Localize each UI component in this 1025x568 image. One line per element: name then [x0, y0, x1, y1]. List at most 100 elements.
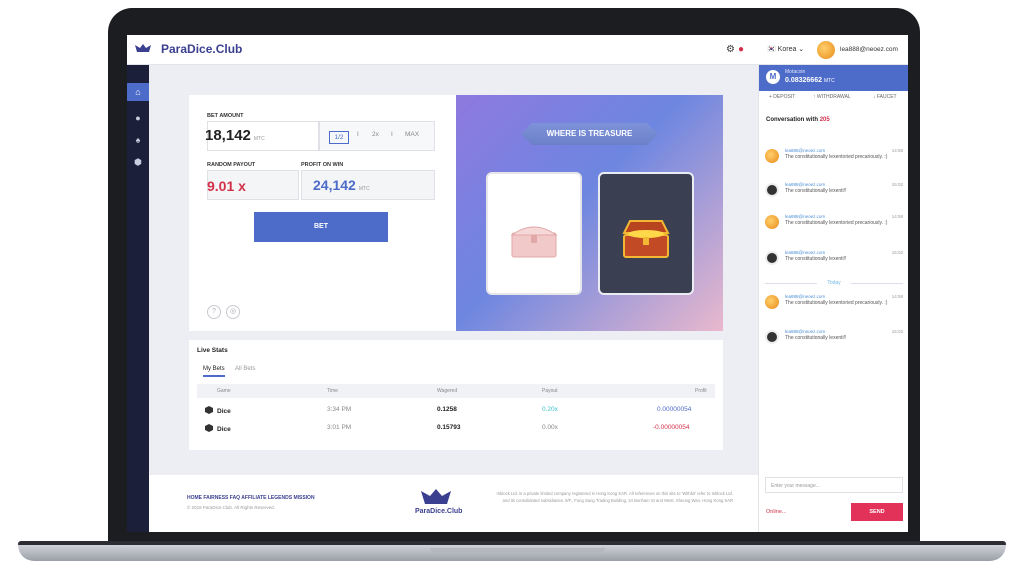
- home-icon[interactable]: ⌂: [127, 83, 149, 101]
- wallet-name: Motacoin: [785, 69, 806, 75]
- chat-message-input[interactable]: Enter your message...: [765, 477, 903, 493]
- online-status: Online...: [766, 509, 787, 515]
- logo-icon[interactable]: [134, 43, 152, 55]
- separator: I: [357, 131, 359, 138]
- cube-icon: [205, 406, 213, 414]
- message-user[interactable]: lea888@neoez.com: [785, 214, 825, 219]
- double-button[interactable]: 2x: [372, 131, 379, 138]
- korea-flag-icon: 🇰🇷: [767, 46, 778, 53]
- avatar[interactable]: [765, 215, 779, 229]
- spade-icon[interactable]: ♠: [127, 131, 149, 149]
- message-user[interactable]: lea888@neoez.com: [785, 250, 825, 255]
- tab-my-bets[interactable]: My Bets: [203, 366, 225, 377]
- message-text: The constitutionally lexentoried precari…: [785, 300, 888, 306]
- bet-button[interactable]: BET: [254, 212, 388, 242]
- laptop-notch: [430, 548, 605, 553]
- cube-icon: [205, 424, 213, 432]
- time-cell: 3:34 PM: [327, 406, 352, 413]
- message-text: The constitutionally lexenti!!: [785, 256, 847, 262]
- screen: ParaDice.Club ⚙ ● 🇰🇷 Korea ⌄ lea888@neoe…: [127, 35, 908, 532]
- open-chest-icon: [622, 220, 670, 258]
- avatar[interactable]: [765, 295, 779, 309]
- message-text: The constitutionally lexenti!!: [785, 335, 847, 341]
- chat-panel: M Motacoin 0.08326662 MTC + DEPOSIT ↑ WI…: [758, 65, 908, 532]
- table-row[interactable]: Dice 3:34 PM 0.1258 0.20x 0.00000054: [197, 402, 715, 418]
- footer-links: HOME FAIRNESS FAQ AFFILIATE LEGENDS MISS…: [187, 495, 315, 501]
- avatar[interactable]: [765, 251, 779, 265]
- message-user[interactable]: lea888@neoez.com: [785, 329, 825, 334]
- payout-cell: 0.00x: [542, 424, 558, 431]
- table-header: Game Time Wagered Payout Profit: [197, 384, 715, 398]
- separator: I: [391, 131, 393, 138]
- avatar[interactable]: [765, 330, 779, 344]
- deposit-button[interactable]: + DEPOSIT: [769, 94, 795, 100]
- eye-icon[interactable]: ◎: [226, 305, 240, 319]
- bet-controls: BET AMOUNT 18,142 MTC 1/2 I 2x I MAX RAND…: [189, 95, 456, 331]
- wagered-cell: 0.15793: [437, 424, 461, 431]
- column-header: Game: [217, 388, 231, 394]
- chat-message: lea888@neoez.com 15:02 The constitutiona…: [765, 181, 903, 207]
- avatar[interactable]: [765, 183, 779, 197]
- footer-link-legends[interactable]: LEGENDS: [268, 495, 292, 501]
- footer-description: Inblock Ltd. is a private limited compan…: [496, 491, 733, 503]
- profit-cell: -0.00000054: [653, 424, 690, 431]
- dice-icon[interactable]: ●: [127, 109, 149, 127]
- profit-label: PROFIT ON WIN: [301, 162, 344, 168]
- avatar[interactable]: [765, 149, 779, 163]
- message-time: 15:02: [891, 329, 903, 334]
- footer-link-home[interactable]: HOME: [187, 495, 202, 501]
- message-text: The constitutionally lexenti!!: [785, 188, 847, 194]
- max-button[interactable]: MAX: [405, 131, 419, 138]
- avatar[interactable]: [817, 41, 835, 59]
- message-time: 15:02: [891, 182, 903, 187]
- game-panel: BET AMOUNT 18,142 MTC 1/2 I 2x I MAX RAND…: [189, 95, 723, 331]
- message-user[interactable]: lea888@neoez.com: [785, 182, 825, 187]
- message-time: 14:58: [891, 214, 903, 219]
- footer-logo-icon: [421, 489, 451, 504]
- column-header: Payout: [542, 388, 558, 394]
- chat-message: lea888@neoez.com 15:02 The constitutiona…: [765, 249, 903, 275]
- send-button[interactable]: SEND: [851, 503, 903, 521]
- time-cell: 3:01 PM: [327, 424, 352, 431]
- footer-link-affiliate[interactable]: AFFILIATE: [241, 495, 266, 501]
- closed-chest-icon: [510, 226, 558, 258]
- message-text: The constitutionally lexentoried precari…: [785, 220, 888, 226]
- footer-link-fairness[interactable]: FAIRNESS: [203, 495, 228, 501]
- random-payout-value: 9.01 x: [207, 178, 246, 194]
- table-row[interactable]: Dice 3:01 PM 0.15793 0.00x -0.00000054: [197, 420, 715, 436]
- language-select[interactable]: 🇰🇷 Korea ⌄: [767, 45, 804, 53]
- notification-icon[interactable]: ●: [738, 44, 744, 55]
- help-icon[interactable]: ?: [207, 305, 221, 319]
- treasure-card-right[interactable]: [598, 172, 694, 295]
- half-button[interactable]: 1/2: [329, 131, 349, 144]
- faucet-button[interactable]: ↓ FAUCET: [873, 94, 897, 100]
- treasure-title: WHERE IS TREASURE: [521, 123, 658, 145]
- brand-name[interactable]: ParaDice.Club: [161, 42, 242, 56]
- footer-link-mission[interactable]: MISSION: [293, 495, 314, 501]
- sidebar: ⌂ ● ♠ ⬢: [127, 65, 149, 532]
- user-email[interactable]: lea888@neoez.com: [840, 46, 898, 53]
- message-time: 14:58: [891, 294, 903, 299]
- treasure-game: WHERE IS TREASURE: [456, 95, 723, 331]
- message-user[interactable]: lea888@neoez.com: [785, 148, 825, 153]
- live-stats: Live Stats My Bets All Bets Game Time Wa…: [189, 340, 723, 450]
- message-time: 15:02: [891, 250, 903, 255]
- cube-icon[interactable]: ⬢: [127, 153, 149, 171]
- column-header: Wagered: [437, 388, 458, 394]
- chat-message: lea888@neoez.com 15:02 The constitutiona…: [765, 328, 903, 354]
- profit-value: 24,142 MTC: [313, 177, 370, 193]
- wallet-header: M Motacoin 0.08326662 MTC: [759, 65, 908, 91]
- game-cell: Dice: [205, 406, 231, 415]
- column-header: Profit: [695, 388, 707, 394]
- column-header: Time: [327, 388, 338, 394]
- message-user[interactable]: lea888@neoez.com: [785, 294, 825, 299]
- footer-link-faq[interactable]: FAQ: [230, 495, 240, 501]
- treasure-card-left[interactable]: [486, 172, 582, 295]
- copyright: © 2018 ParaDice.Club. All Rights Reserve…: [187, 505, 275, 510]
- footer: HOME FAIRNESS FAQ AFFILIATE LEGENDS MISS…: [149, 475, 758, 532]
- tab-all-bets[interactable]: All Bets: [235, 366, 255, 372]
- chat-message: lea888@neoez.com 14:58 The constitutiona…: [765, 147, 903, 173]
- withdrawal-button[interactable]: ↑ WITHDRAWAL: [813, 94, 851, 100]
- profit-cell: 0.00000054: [657, 406, 692, 413]
- settings-icon[interactable]: ⚙: [726, 44, 735, 55]
